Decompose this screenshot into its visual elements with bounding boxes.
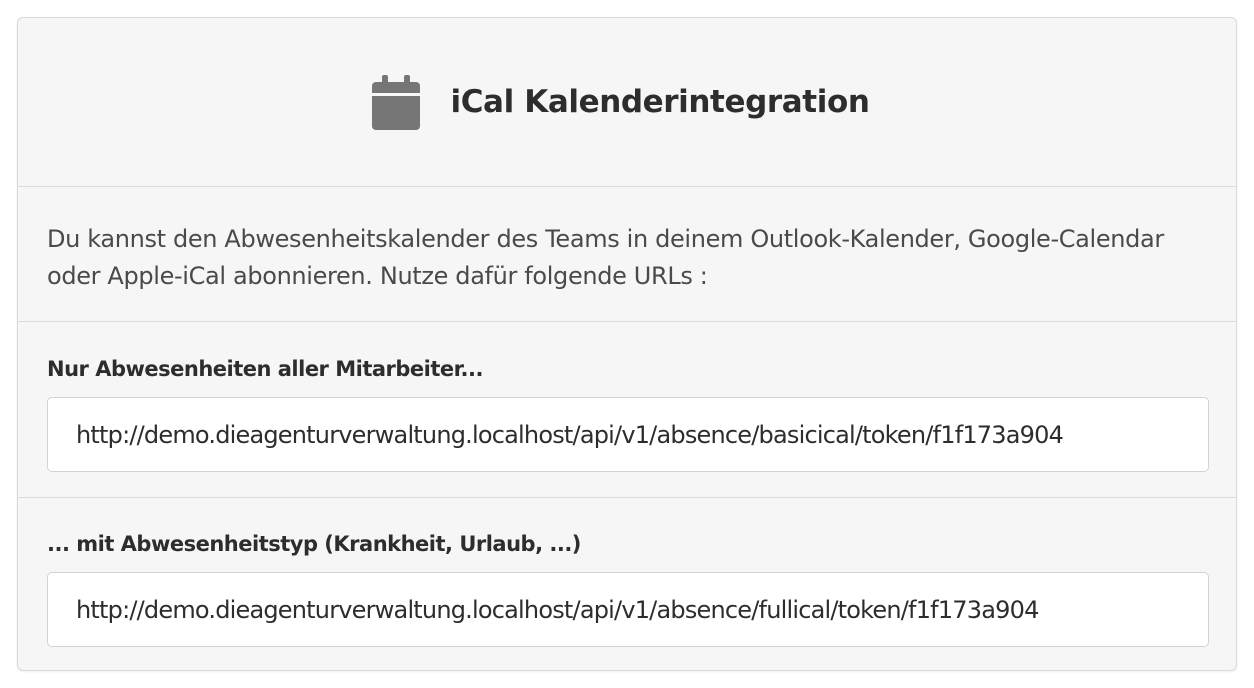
- basic-ical-section: Nur Abwesenheiten aller Mitarbeiter...: [18, 322, 1236, 498]
- card-title: iCal Kalenderintegration: [450, 84, 870, 120]
- basic-ical-label: Nur Abwesenheiten aller Mitarbeiter...: [47, 357, 483, 381]
- full-ical-url-field[interactable]: [47, 572, 1209, 647]
- description-text: Du kannst den Abwesenheitskalender des T…: [18, 187, 1236, 322]
- basic-ical-url-field[interactable]: [47, 397, 1209, 472]
- full-ical-section: ... mit Abwesenheitstyp (Krankheit, Urla…: [18, 498, 1236, 670]
- card-header: iCal Kalenderintegration: [18, 18, 1236, 187]
- full-ical-label: ... mit Abwesenheitstyp (Krankheit, Urla…: [47, 532, 581, 556]
- header-content: iCal Kalenderintegration: [372, 74, 870, 130]
- calendar-icon: [372, 74, 421, 130]
- ical-integration-card: iCal Kalenderintegration Du kannst den A…: [17, 17, 1237, 671]
